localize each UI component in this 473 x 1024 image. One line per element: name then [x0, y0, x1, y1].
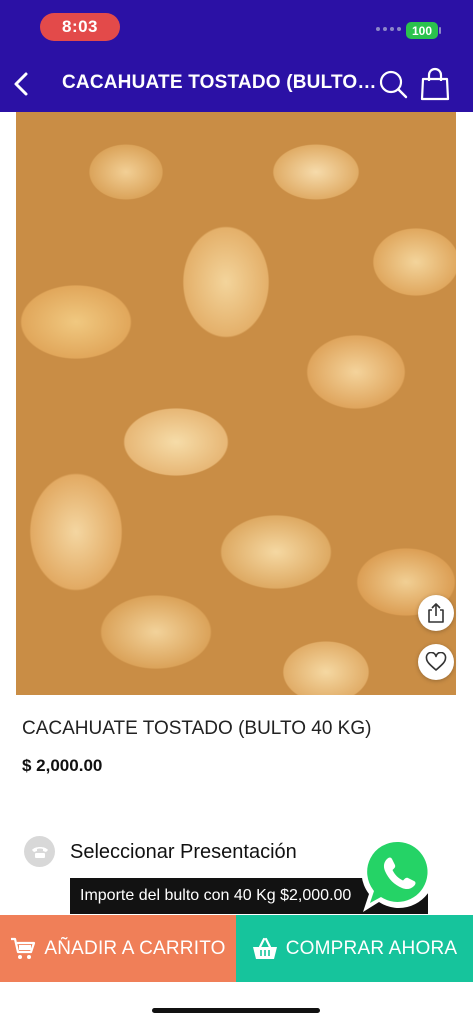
- search-button[interactable]: [378, 68, 410, 102]
- favorite-button[interactable]: [418, 644, 454, 680]
- signal-indicator: [376, 27, 401, 31]
- product-name: CACAHUATE TOSTADO (BULTO 40 KG): [22, 718, 372, 739]
- page-title: CACAHUATE TOSTADO (BULTO 40 KG): [62, 72, 378, 93]
- battery-indicator: 100: [406, 22, 438, 39]
- chevron-left-icon: [14, 72, 28, 96]
- add-to-cart-button[interactable]: AÑADIR A CARRITO: [0, 915, 236, 982]
- add-to-cart-label: AÑADIR A CARRITO: [44, 937, 226, 959]
- whatsapp-icon: [361, 835, 435, 912]
- whatsapp-button[interactable]: [357, 832, 441, 916]
- product-price: $ 2,000.00: [22, 756, 103, 775]
- search-icon: [379, 70, 408, 99]
- basket-icon: [252, 937, 277, 959]
- share-button[interactable]: [418, 595, 454, 631]
- presentation-label: Seleccionar Presentación: [70, 841, 297, 863]
- buy-now-button[interactable]: COMPRAR AHORA: [236, 915, 473, 982]
- cart-icon: [11, 937, 36, 959]
- phone-icon: [24, 836, 55, 867]
- home-indicator[interactable]: [152, 1008, 320, 1013]
- heart-icon: [425, 652, 447, 671]
- shopping-bag-icon: [420, 67, 450, 101]
- product-detail-page: 8:03 100 CACAHUATE TOSTADO (BULTO 40 KG): [0, 0, 473, 1024]
- share-icon: [428, 603, 444, 623]
- buy-now-label: COMPRAR AHORA: [285, 937, 458, 959]
- battery-tip: [439, 27, 441, 34]
- cart-button[interactable]: [418, 66, 452, 102]
- app-header: 8:03 100 CACAHUATE TOSTADO (BULTO 40 KG): [0, 0, 473, 112]
- status-time: 8:03: [40, 13, 120, 41]
- product-image: [16, 112, 456, 695]
- back-button[interactable]: [6, 66, 36, 102]
